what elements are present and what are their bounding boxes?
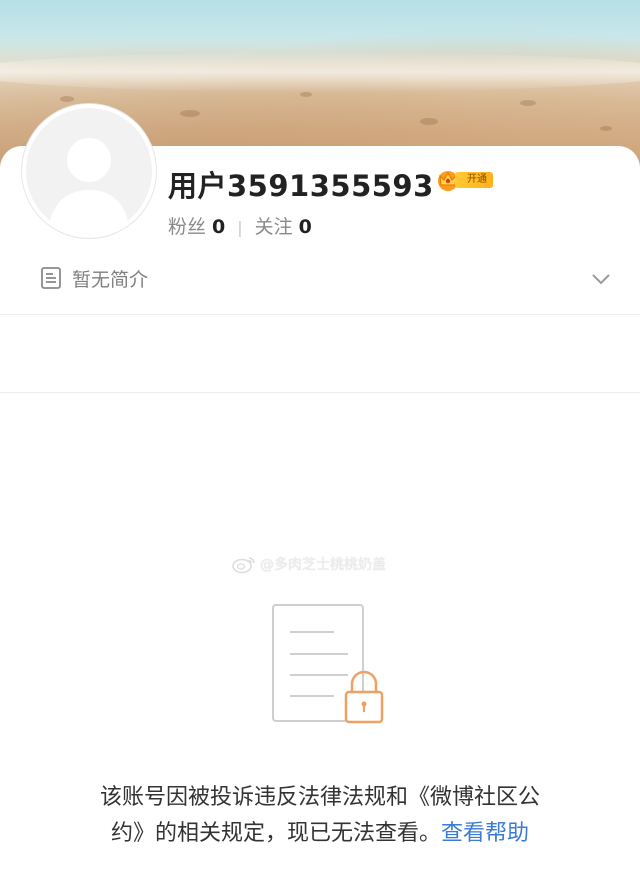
banner-speck [600, 126, 612, 131]
followers-label: 粉丝 [168, 216, 207, 238]
username: 用户3591355593 [168, 169, 434, 203]
weibo-logo-icon [232, 557, 255, 574]
banner-speck [420, 118, 438, 125]
following-stat[interactable]: 关注 0 [255, 216, 312, 238]
stats-separator: | [237, 218, 243, 237]
banner-speck [60, 96, 74, 102]
blocked-account-notice: 该账号因被投诉违反法律法规和《微博社区公 约》的相关规定，现已无法查看。查看帮助 [0, 780, 640, 852]
banner-speck [520, 100, 536, 106]
banner-wave [0, 52, 640, 92]
watermark-text: @多肉芝士桃桃奶盖 [260, 557, 386, 573]
locked-document-icon [272, 604, 384, 724]
profile-stats: 粉丝 0 | 关注 0 [168, 212, 312, 239]
followers-count: 0 [212, 216, 226, 238]
intro-text: 暂无简介 [72, 268, 149, 291]
default-avatar-icon [48, 138, 130, 234]
help-link[interactable]: 查看帮助 [441, 821, 529, 846]
watermark: @多肉芝士桃桃奶盖 [232, 553, 386, 575]
vip-badge-label: 开通 [455, 172, 493, 188]
notice-line-2: 约》的相关规定，现已无法查看。查看帮助 [0, 816, 640, 852]
avatar[interactable] [22, 104, 156, 238]
following-label: 关注 [254, 216, 293, 238]
divider [0, 314, 640, 315]
vip-badge[interactable]: 开通 [435, 168, 495, 192]
notice-line-1: 该账号因被投诉违反法律法规和《微博社区公 [99, 785, 540, 810]
document-icon [41, 267, 61, 289]
banner-speck [180, 110, 200, 117]
notice-line-2-text: 约》的相关规定，现已无法查看。 [110, 821, 441, 846]
profile-intro[interactable]: 暂无简介 [40, 262, 148, 294]
chevron-down-icon[interactable] [590, 268, 612, 290]
following-count: 0 [298, 216, 312, 238]
followers-stat[interactable]: 粉丝 0 [168, 216, 225, 238]
divider [0, 392, 640, 393]
banner-speck [300, 92, 312, 97]
profile-card [0, 146, 640, 871]
